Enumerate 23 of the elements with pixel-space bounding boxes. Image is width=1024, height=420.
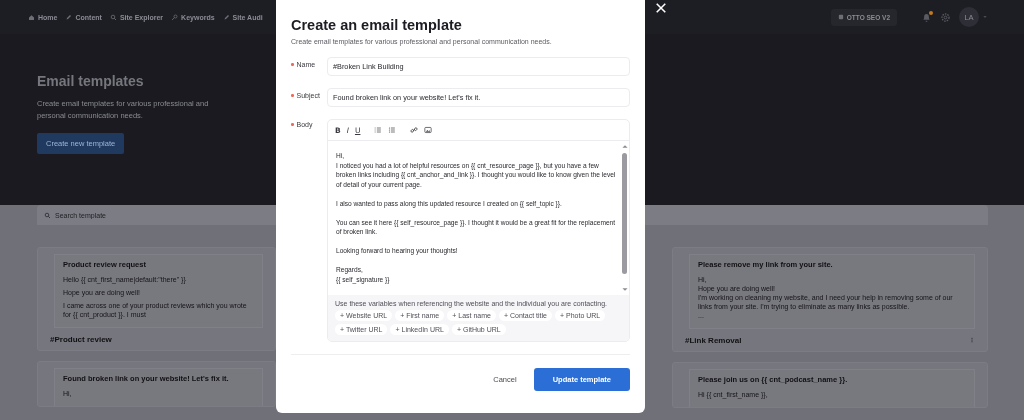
search-icon [44, 211, 51, 219]
numbered-list-icon[interactable] [374, 126, 383, 134]
template-name: #Product review [50, 334, 112, 344]
rich-text-editor[interactable] [327, 119, 630, 342]
bell-icon[interactable] [921, 11, 932, 23]
close-icon[interactable] [655, 2, 667, 14]
search-icon [109, 13, 117, 21]
pencil-icon [65, 13, 73, 21]
scroll-down-icon[interactable] [620, 286, 629, 292]
key-icon [171, 13, 179, 21]
settings-icon[interactable] [940, 11, 951, 23]
pencil-icon [222, 13, 230, 21]
bullet-list-icon[interactable] [388, 126, 397, 134]
template-card[interactable] [672, 247, 988, 352]
home-icon [28, 13, 35, 21]
dialog-title: Create an email template [291, 17, 463, 33]
scrollbar-thumb[interactable] [622, 153, 627, 274]
page-title: Email templates [37, 73, 145, 89]
image-icon[interactable] [424, 126, 433, 134]
template-name: #Link Removal [685, 335, 742, 345]
scroll-up-icon[interactable] [620, 144, 629, 150]
caret-icon[interactable] [982, 14, 988, 20]
link-icon[interactable] [410, 126, 419, 134]
